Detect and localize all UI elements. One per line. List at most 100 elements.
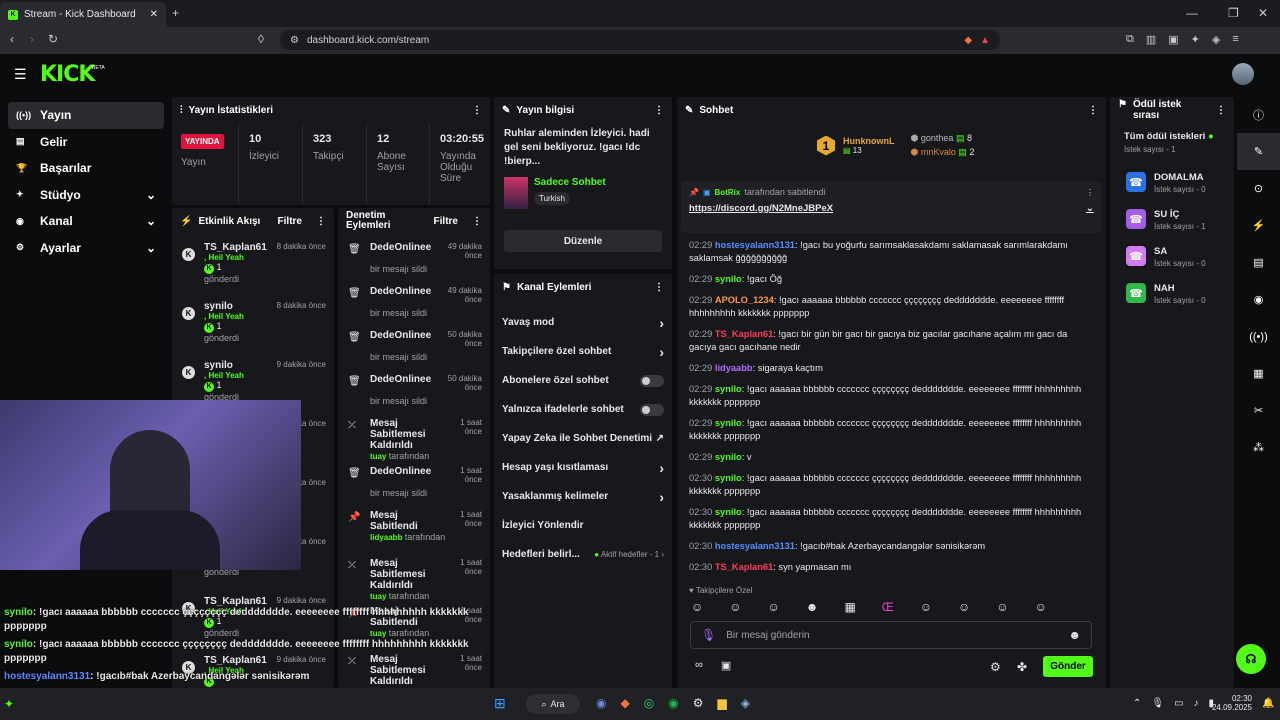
- edit-button[interactable]: Düzenle: [504, 230, 662, 252]
- quick-actions-icon[interactable]: ⚡: [1237, 207, 1280, 244]
- mic-icon[interactable]: 🎙: [701, 628, 716, 642]
- chevron-right-icon[interactable]: ›: [659, 489, 664, 505]
- vpn-icon[interactable]: ◈: [1212, 33, 1220, 46]
- chat-message[interactable]: 02:30 synilo: !gacı aaaaaa bbbbbb cccccc…: [689, 472, 1089, 498]
- chat-message[interactable]: 02:29 APOLO_1234: !gacı aaaaaa bbbbbb cc…: [689, 294, 1089, 320]
- tools-icon[interactable]: ✂: [1237, 392, 1280, 429]
- wallet-icon[interactable]: ▣: [1168, 33, 1178, 46]
- chat-username[interactable]: synilo: [715, 452, 742, 462]
- channel-action-row[interactable]: İzleyici Yönlendir: [494, 511, 672, 540]
- notes-icon[interactable]: ▤: [1237, 244, 1280, 281]
- store-icon[interactable]: ▣: [721, 659, 731, 672]
- app-icon[interactable]: ⚙: [693, 696, 704, 710]
- camera-icon[interactable]: ⊙: [1237, 170, 1280, 207]
- brave-icon[interactable]: ◆: [620, 696, 629, 710]
- mod-item[interactable]: 🗑 DedeOnlinee 50 dakika önce bir mesajı s…: [338, 330, 490, 374]
- chat-message[interactable]: 02:29 hostesyalann3131: !gacı bu yoğurfu…: [689, 239, 1089, 265]
- chat-username[interactable]: synilo: [715, 473, 742, 483]
- infinity-icon[interactable]: ∞: [695, 659, 703, 672]
- activity-more-icon[interactable]: ⋮: [316, 216, 326, 227]
- channel-action-row[interactable]: Yasaklanmış kelimeler ›: [494, 482, 672, 511]
- emote-menu-icon[interactable]: ✤: [1017, 660, 1027, 674]
- channel-action-row[interactable]: Takipçilere özel sohbet ›: [494, 337, 672, 366]
- broadcast-icon[interactable]: ((•)): [1237, 318, 1280, 355]
- send-button[interactable]: Gönder: [1043, 656, 1093, 677]
- activity-user[interactable]: synilo: [204, 360, 233, 371]
- chat-message[interactable]: 02:30 hostesyalann3131: !gacıb#bak Azerb…: [689, 540, 1089, 553]
- channel-more-icon[interactable]: ⋮: [654, 282, 664, 293]
- mod-item[interactable]: ⤫ Mesaj Sabitlemesi Kaldırıldı 1 saat önc…: [338, 418, 490, 466]
- sidebar-item-2[interactable]: ▤ Gelir: [8, 129, 164, 156]
- chat-username[interactable]: synilo: [715, 274, 742, 284]
- browser-tab[interactable]: K Stream - Kick Dashboard ✕: [0, 2, 166, 27]
- layers-icon[interactable]: ▦: [1237, 355, 1280, 392]
- chevron-right-icon[interactable]: ›: [659, 315, 664, 331]
- chat-message[interactable]: 02:29 synilo: !gacı aaaaaa bbbbbb cccccc…: [689, 383, 1089, 409]
- chat-username[interactable]: hostesyalann3131: [715, 541, 795, 551]
- hamburger-menu-icon[interactable]: ☰: [14, 66, 27, 83]
- sidebar-icon[interactable]: ▥: [1146, 33, 1156, 46]
- expand-pinned-icon[interactable]: ⌄: [1086, 203, 1094, 214]
- mod-filter-button[interactable]: Filtre: [434, 216, 458, 227]
- mod-item[interactable]: 🗑 DedeOnlinee 49 dakika önce bir mesajı s…: [338, 286, 490, 330]
- chat-username[interactable]: synilo: [715, 507, 742, 517]
- chat-message[interactable]: 02:29 TS_Kaplan61: !gacı bir gün bir gac…: [689, 328, 1089, 354]
- chat-message[interactable]: 02:29 synilo: !gacı Ö̈ğ: [689, 273, 1089, 286]
- close-tab-icon[interactable]: ✕: [150, 9, 158, 20]
- notifications-icon[interactable]: 🔔: [1262, 698, 1274, 709]
- emote-icon[interactable]: Œ: [882, 600, 894, 614]
- volume-icon[interactable]: ♪: [1194, 698, 1199, 709]
- brave-shield-icon[interactable]: ◆: [964, 35, 972, 46]
- chat-message[interactable]: 02:29 lidyaabb: sigaraya kaçtım: [689, 362, 1089, 375]
- mod-item[interactable]: 🗑 DedeOnlinee 49 dakika önce bir mesajı s…: [338, 242, 490, 286]
- info-more-icon[interactable]: ⋮: [654, 105, 664, 116]
- extensions-icon[interactable]: ⧉: [1126, 33, 1134, 46]
- chat-username[interactable]: lidyaabb: [715, 363, 753, 373]
- chat-message[interactable]: 02:30 synilo: !gacı aaaaaa bbbbbb cccccc…: [689, 506, 1089, 532]
- emote-icon[interactable]: ☺: [920, 600, 932, 614]
- mod-item[interactable]: 🗑 DedeOnlinee 50 dakika önce bir mesajı s…: [338, 374, 490, 418]
- file-explorer-icon[interactable]: ▆: [717, 696, 726, 710]
- channel-action-row[interactable]: Yapay Zeka ile Sohbet Denetimi ↗: [494, 424, 672, 453]
- pinned-link[interactable]: https://discord.gg/N2MneJBPeX: [689, 203, 833, 214]
- reward-item[interactable]: ☎ SU İÇ İstek sayısı - 1: [1110, 201, 1234, 238]
- taskbar-left-icon[interactable]: ✦: [4, 697, 14, 711]
- whatsapp-icon[interactable]: ◎: [644, 696, 654, 710]
- chevron-right-icon[interactable]: ›: [659, 344, 664, 360]
- chat-username[interactable]: synilo: [715, 418, 742, 428]
- mod-more-icon[interactable]: ⋮: [472, 216, 482, 227]
- emote-icon[interactable]: ☻: [806, 600, 819, 614]
- mod-item[interactable]: 🗑 DedeOnlinee 1 saat önce bir mesajı sild…: [338, 466, 490, 510]
- emote-icon[interactable]: ☺: [729, 600, 741, 614]
- activity-filter-button[interactable]: Filtre: [278, 216, 302, 227]
- toggle-switch[interactable]: [640, 403, 664, 416]
- leader-3-name[interactable]: mnKvalo: [921, 147, 956, 157]
- chat-username[interactable]: TS_Kaplan61: [715, 562, 773, 572]
- reload-icon[interactable]: ↻: [48, 32, 58, 46]
- emoji-picker-icon[interactable]: ☻: [1068, 628, 1081, 642]
- network-icon[interactable]: ▭: [1174, 698, 1183, 709]
- category-thumbnail[interactable]: [504, 177, 528, 209]
- activity-item[interactable]: K TS_Kaplan61 8 dakika önce , Heil Yeah K…: [172, 242, 334, 301]
- chat-message[interactable]: 02:30 TS_Kaplan61: syn yapmasan mı: [689, 561, 1089, 574]
- leo-ai-icon[interactable]: ✦: [1191, 33, 1200, 46]
- channel-action-row[interactable]: Yavaş mod ›: [494, 308, 672, 337]
- reward-item[interactable]: ☎ NAH İstek sayısı - 0: [1110, 275, 1234, 312]
- brave-rewards-icon[interactable]: ▲: [980, 35, 990, 46]
- chat-bubble-icon[interactable]: ◉: [1237, 281, 1280, 318]
- apps-icon[interactable]: ⁂: [1237, 429, 1280, 466]
- site-info-icon[interactable]: ⚙: [290, 35, 299, 46]
- chat-username[interactable]: TS_Kaplan61: [715, 329, 773, 339]
- sidebar-item-6[interactable]: ⚙ Ayarlar ⌄: [8, 235, 164, 262]
- info-icon[interactable]: ⓘ: [1237, 96, 1280, 133]
- bookmark-icon[interactable]: ◊: [258, 32, 264, 46]
- mod-item[interactable]: ⤫ Mesaj Sabitlemesi Kaldırıldı 1 saat önc…: [338, 558, 490, 606]
- activity-item[interactable]: K synilo 8 dakika önce , Heil Yeah K 1 gö…: [172, 301, 334, 360]
- kick-logo[interactable]: KICK: [40, 62, 95, 87]
- category-name[interactable]: Sadece Sohbet: [534, 177, 606, 188]
- external-link-icon[interactable]: ↗: [656, 433, 664, 444]
- start-icon[interactable]: ⊞: [494, 695, 506, 712]
- minimize-icon[interactable]: —: [1186, 6, 1198, 20]
- channel-action-row[interactable]: Yalnızca ifadelerle sohbet: [494, 395, 672, 424]
- maximize-icon[interactable]: ❐: [1228, 6, 1239, 20]
